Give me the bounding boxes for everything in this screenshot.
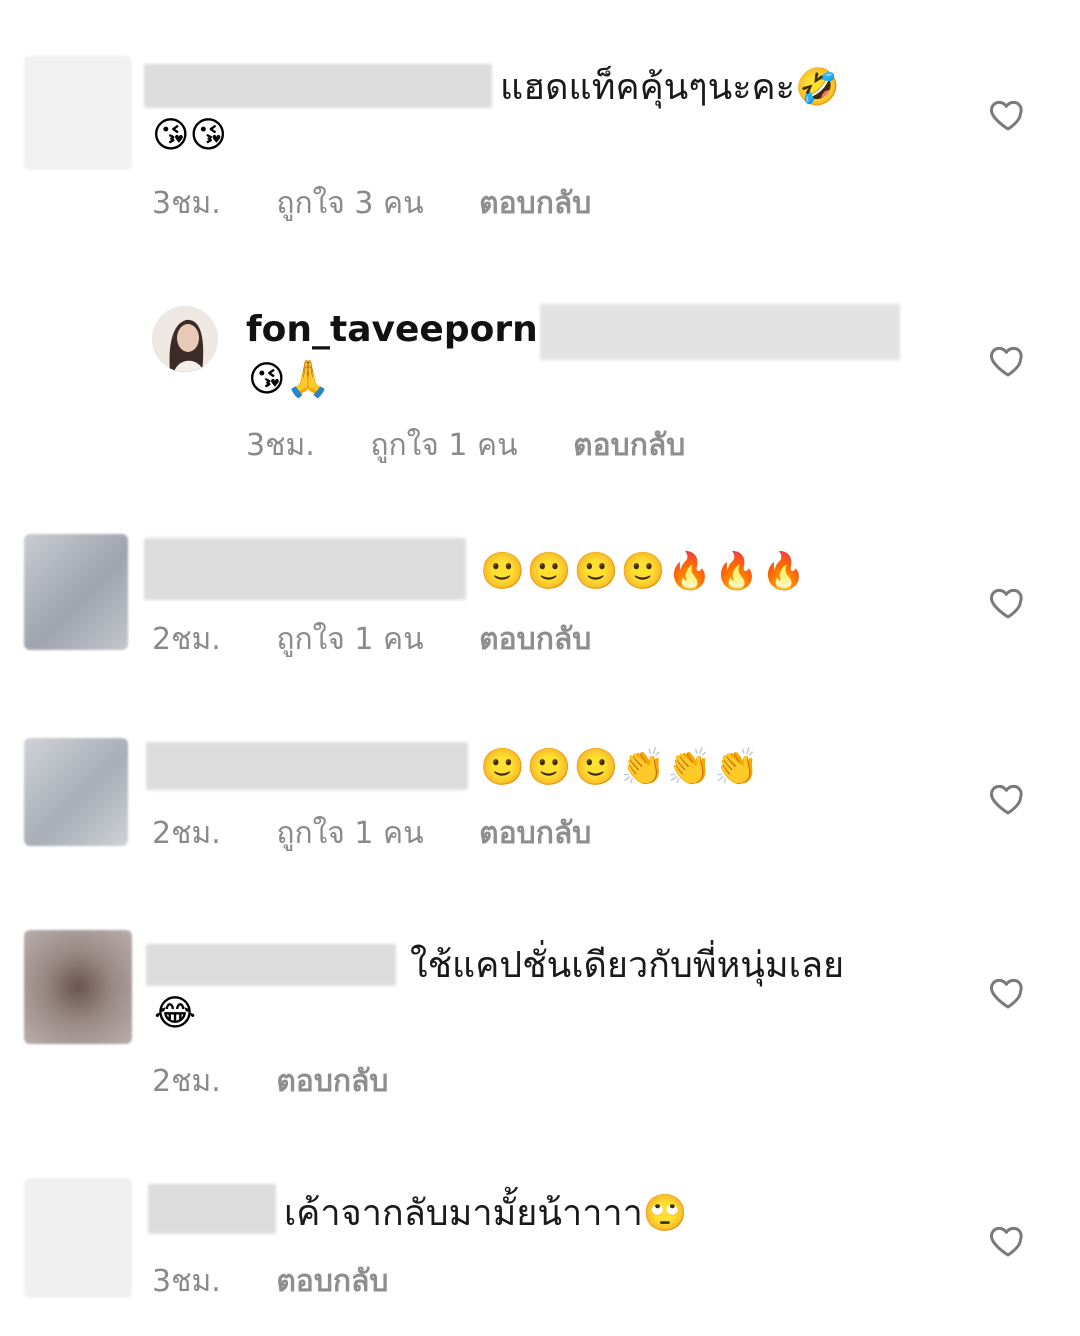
comment-time: 2ชม. [152, 816, 221, 851]
comment-likes[interactable]: ถูกใจ 3 คน [276, 184, 423, 224]
avatar[interactable] [24, 56, 132, 170]
comment-time: 3ชม. [152, 1264, 221, 1299]
username-redacted[interactable] [146, 944, 396, 986]
comment-time: 3ชม. [246, 428, 315, 463]
comment-meta: 2ชม. ถูกใจ 1 คน ตอบกลับ [152, 814, 637, 854]
heart-icon[interactable] [988, 972, 1028, 1012]
username-redacted[interactable] [146, 742, 468, 790]
heart-icon[interactable] [988, 1220, 1028, 1260]
comment-meta: 3ชม. ตอบกลับ [152, 1262, 434, 1302]
comment-meta: 3ชม. ถูกใจ 3 คน ตอบกลับ [152, 184, 637, 224]
avatar[interactable] [24, 534, 128, 650]
comment-text: ใช้แคปชั่นเดียวกับพี่หนุ่มเลย [410, 945, 845, 986]
comment-emoji: 🙂🙂🙂👏👏👏 [480, 747, 761, 788]
avatar[interactable] [24, 1178, 132, 1298]
comment-emoji: 🙂🙂🙂🙂🔥🔥🔥 [480, 551, 808, 592]
reply-button[interactable]: ตอบกลับ [573, 426, 685, 466]
avatar[interactable] [24, 930, 132, 1044]
heart-icon[interactable] [988, 340, 1028, 380]
comment-time: 2ชม. [152, 1064, 221, 1099]
username-redacted[interactable] [144, 538, 466, 600]
reply-button[interactable]: ตอบกลับ [479, 814, 591, 854]
username-redacted[interactable] [148, 1184, 276, 1234]
heart-icon[interactable] [988, 94, 1028, 134]
comment-meta: 2ชม. ตอบกลับ [152, 1062, 434, 1102]
comment-emoji: 😘😘 [152, 115, 228, 156]
heart-icon[interactable] [988, 582, 1028, 622]
comment-emoji: 😘🙏 [248, 359, 331, 400]
comment-time: 3ชม. [152, 186, 221, 221]
avatar[interactable] [152, 306, 218, 372]
heart-icon[interactable] [988, 778, 1028, 818]
username[interactable]: fon_taveeporn [246, 306, 538, 354]
avatar[interactable] [24, 738, 128, 846]
comment-likes[interactable]: ถูกใจ 1 คน [370, 426, 517, 466]
reply-button[interactable]: ตอบกลับ [276, 1262, 388, 1302]
comment-meta: 3ชม. ถูกใจ 1 คน ตอบกลับ [246, 426, 731, 466]
comment-text-redacted [540, 304, 900, 360]
reply-button[interactable]: ตอบกลับ [276, 1062, 388, 1102]
reply-button[interactable]: ตอบกลับ [479, 184, 591, 224]
reply-button[interactable]: ตอบกลับ [479, 620, 591, 660]
comment-text: เค้าจากลับมามั้ยน้าาาา🙄 [284, 1193, 688, 1234]
comment-emoji: 😂 [154, 993, 197, 1034]
comment-meta: 2ชม. ถูกใจ 1 คน ตอบกลับ [152, 620, 637, 660]
comment-likes[interactable]: ถูกใจ 1 คน [276, 814, 423, 854]
username-redacted[interactable] [144, 64, 492, 108]
comment-time: 2ชม. [152, 622, 221, 657]
comment-text: แฮดแท็คคุ้นๆนะคะ🤣 [500, 67, 840, 108]
comment-likes[interactable]: ถูกใจ 1 คน [276, 620, 423, 660]
